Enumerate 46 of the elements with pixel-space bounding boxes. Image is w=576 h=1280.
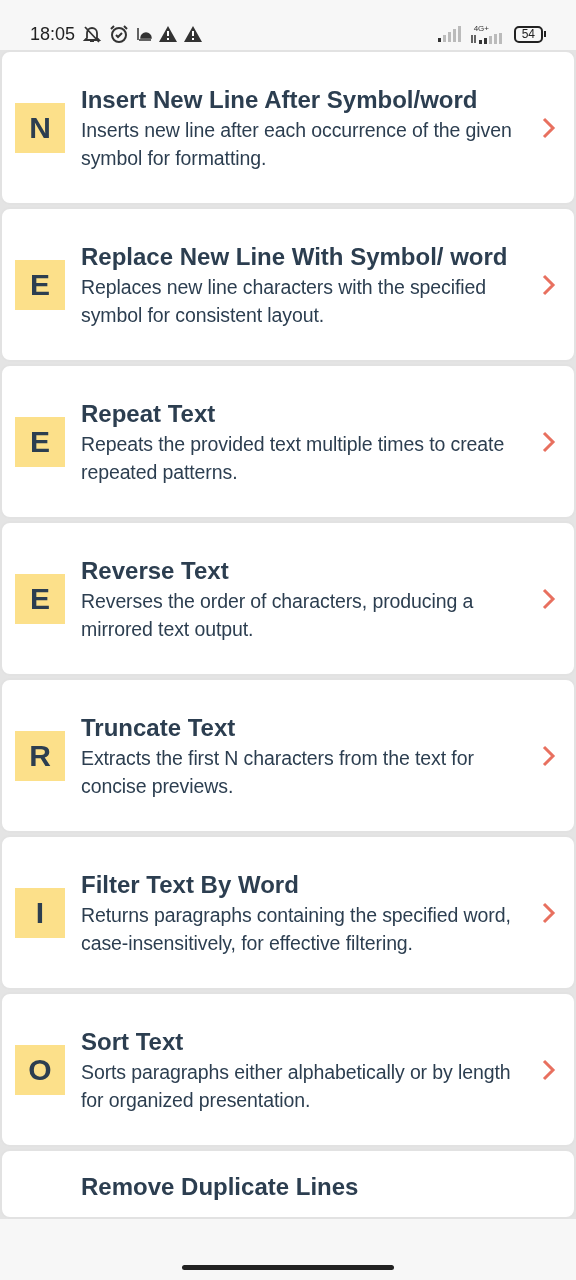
bell-off-icon [82,24,103,44]
tool-card[interactable]: R Truncate Text Extracts the first N characters from the text for concise previews. [0,678,576,833]
chevron-right-icon [542,587,556,610]
letter-badge: E [15,416,65,467]
letter-badge: O [15,1044,65,1095]
chevron-right-icon [542,273,556,296]
letter-badge: I [15,887,65,938]
tool-card[interactable]: Remove Duplicate Lines [0,1149,576,1219]
network-type-label: 4G+ [473,24,489,33]
home-indicator[interactable] [182,1265,394,1270]
chevron-right-icon [542,116,556,139]
letter-badge: E [15,259,65,310]
letter-badge: E [15,573,65,624]
battery-level: 54 [513,25,543,43]
chevron-right-icon [542,901,556,924]
letter-badge: N [15,102,65,153]
chevron-right-icon [542,1058,556,1081]
tool-card[interactable]: I Filter Text By Word Returns paragraphs containing the specified word, case-insensitively, for effective filtering. [0,835,576,990]
tool-title: Repeat Text [81,398,217,429]
alarm-clock-icon [109,24,130,44]
tool-title: Sort Text [81,1026,185,1057]
signal-icon [437,26,464,42]
tool-description: Repeats the provided text multiple times to create repeated patterns. [81,431,506,485]
tool-description: Extracts the first N characters from the text for concise previews. [81,745,475,799]
tool-description: Reverses the order of characters, producing a mirrored text output. [81,588,475,642]
tool-title: Truncate Text [81,712,237,743]
letter-badge: R [15,730,65,781]
warning-icon [184,26,203,42]
tool-card[interactable]: E Repeat Text Repeats the provided text multiple times to create repeated patterns. [0,364,576,519]
tool-title: Replace New Line With Symbol/ word [81,241,509,272]
warning-icon [159,26,178,42]
tool-description: Returns paragraphs containing the specified word, case-insensitively, for effective filtering. [81,902,512,956]
tool-title: Remove Duplicate Lines [81,1172,360,1202]
tool-card[interactable]: O Sort Text Sorts paragraphs either alphabetically or by length for organized presentation. [0,992,576,1147]
status-time: 18:05 [30,23,76,45]
tool-title: Insert New Line After Symbol/word [81,84,479,115]
tool-title: Reverse Text [81,555,230,586]
tool-card[interactable]: N Insert New Line After Symbol/word Inserts new line after each occurrence of the given symbol for formatting. [0,50,576,205]
tool-description: Inserts new line after each occurrence of the given symbol for formatting. [81,117,513,171]
tool-card[interactable]: E Reverse Text Reverses the order of characters, producing a mirrored text output. [0,521,576,676]
chevron-right-icon [542,430,556,453]
tool-description: Sorts paragraphs either alphabetically or by length for organized presentation. [81,1059,512,1113]
tool-description: Replaces new line characters with the specified symbol for consistent layout. [81,274,487,328]
tool-card[interactable]: E Replace New Line With Symbol/ word Replaces new line characters with the specified symbol for consistent layout. [0,207,576,362]
tool-title: Filter Text By Word [81,869,300,900]
chevron-right-icon [542,744,556,767]
